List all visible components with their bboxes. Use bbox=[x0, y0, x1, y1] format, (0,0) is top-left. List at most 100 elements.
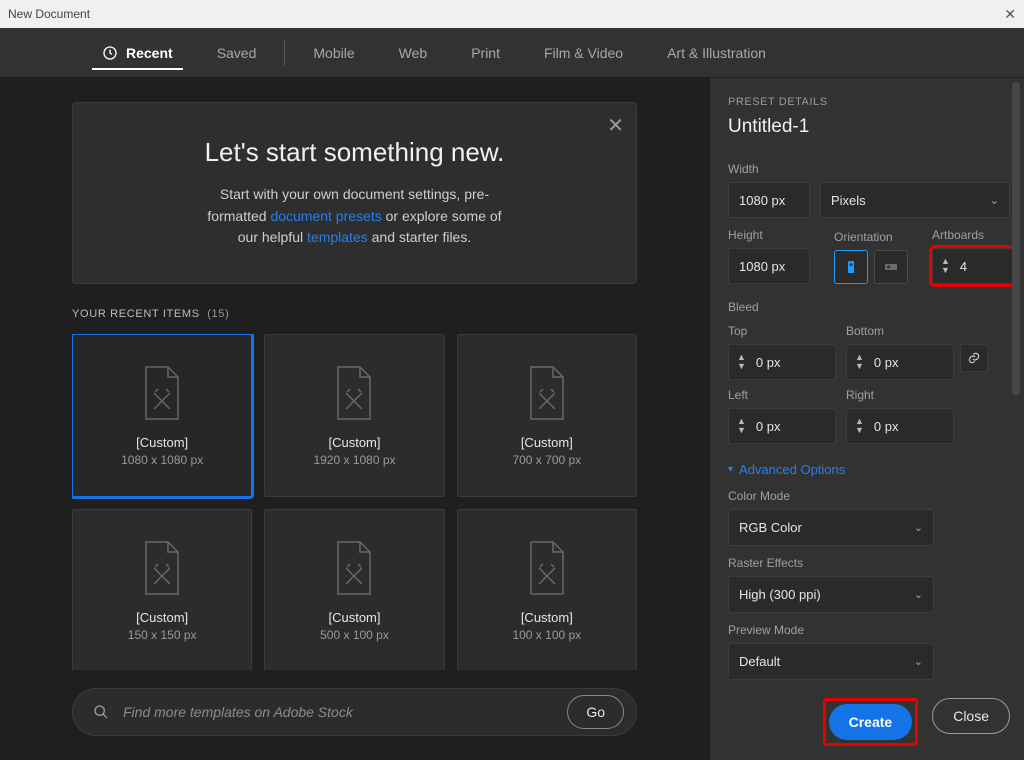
link-templates[interactable]: templates bbox=[307, 229, 368, 245]
raster-effects-label: Raster Effects bbox=[728, 556, 1010, 570]
card-name: [Custom] bbox=[328, 610, 380, 625]
bleed-left-stepper[interactable]: ▲▼ bbox=[728, 408, 836, 444]
document-icon bbox=[332, 365, 376, 421]
card-dims: 150 x 150 px bbox=[128, 628, 197, 642]
recent-icon bbox=[102, 45, 118, 61]
search-icon bbox=[93, 704, 109, 720]
link-bleed-icon[interactable] bbox=[960, 344, 988, 372]
tab-mobile[interactable]: Mobile bbox=[291, 28, 376, 78]
preset-card[interactable]: [Custom] 1080 x 1080 px bbox=[72, 334, 252, 497]
tab-saved[interactable]: Saved bbox=[195, 28, 279, 78]
preset-card[interactable]: [Custom] 100 x 100 px bbox=[457, 509, 637, 670]
bleed-right-stepper[interactable]: ▲▼ bbox=[846, 408, 954, 444]
bleed-left-input[interactable] bbox=[750, 419, 790, 434]
chevron-down-icon: ⌄ bbox=[914, 588, 923, 601]
template-search: Go bbox=[72, 688, 637, 736]
orientation-portrait-button[interactable] bbox=[834, 250, 868, 284]
tab-art-illustration[interactable]: Art & Illustration bbox=[645, 28, 788, 78]
card-name: [Custom] bbox=[136, 435, 188, 450]
document-icon bbox=[140, 540, 184, 596]
category-tabs: Recent Saved Mobile Web Print Film & Vid… bbox=[0, 28, 1024, 78]
create-button[interactable]: Create bbox=[829, 704, 913, 740]
hero-banner: ✕ Let's start something new. Start with … bbox=[72, 102, 637, 284]
chevron-down-icon: ▾ bbox=[728, 464, 733, 475]
preset-details-heading: PRESET DETAILS bbox=[728, 96, 1010, 108]
width-label: Width bbox=[728, 162, 1010, 176]
tab-label: Print bbox=[471, 45, 500, 61]
tab-label: Mobile bbox=[313, 45, 354, 61]
window-close-icon[interactable]: ✕ bbox=[1004, 6, 1016, 23]
tab-film-video[interactable]: Film & Video bbox=[522, 28, 645, 78]
preview-mode-select[interactable]: Default⌄ bbox=[728, 643, 934, 680]
card-name: [Custom] bbox=[136, 610, 188, 625]
tab-label: Film & Video bbox=[544, 45, 623, 61]
preset-details-panel: PRESET DETAILS Width 1080 px Pixels⌄ Hei… bbox=[709, 78, 1024, 760]
recent-items-grid: [Custom] 1080 x 1080 px [Custom] 1920 x … bbox=[72, 334, 637, 670]
hero-text: Start with your own document settings, p… bbox=[113, 184, 596, 249]
artboards-input[interactable] bbox=[954, 259, 994, 274]
preset-card[interactable]: [Custom] 150 x 150 px bbox=[72, 509, 252, 670]
tab-web[interactable]: Web bbox=[377, 28, 450, 78]
preset-card[interactable]: [Custom] 500 x 100 px bbox=[264, 509, 444, 670]
card-dims: 100 x 100 px bbox=[512, 628, 581, 642]
document-icon bbox=[140, 365, 184, 421]
card-dims: 500 x 100 px bbox=[320, 628, 389, 642]
card-name: [Custom] bbox=[328, 435, 380, 450]
hero-title: Let's start something new. bbox=[113, 137, 596, 168]
chevron-down-icon: ⌄ bbox=[914, 655, 923, 668]
tab-label: Web bbox=[399, 45, 428, 61]
bleed-left-label: Left bbox=[728, 388, 836, 402]
chevron-down-icon: ⌄ bbox=[914, 521, 923, 534]
tab-label: Recent bbox=[126, 45, 173, 61]
tab-divider bbox=[284, 40, 285, 66]
left-panel: ✕ Let's start something new. Start with … bbox=[0, 78, 709, 760]
color-mode-select[interactable]: RGB Color⌄ bbox=[728, 509, 934, 546]
stepper-arrows[interactable]: ▲▼ bbox=[937, 257, 954, 275]
recent-items-label: YOUR RECENT ITEMS (15) bbox=[72, 308, 637, 320]
link-document-presets[interactable]: document presets bbox=[270, 208, 381, 224]
document-name-input[interactable] bbox=[728, 116, 1010, 138]
bleed-bottom-stepper[interactable]: ▲▼ bbox=[846, 344, 954, 380]
bleed-right-input[interactable] bbox=[868, 419, 908, 434]
bleed-top-label: Top bbox=[728, 324, 836, 338]
preview-mode-label: Preview Mode bbox=[728, 623, 1010, 637]
bleed-bottom-label: Bottom bbox=[846, 324, 954, 338]
scrollbar[interactable] bbox=[1012, 82, 1020, 684]
height-input[interactable]: 1080 px bbox=[728, 248, 810, 284]
card-name: [Custom] bbox=[521, 610, 573, 625]
tab-label: Art & Illustration bbox=[667, 45, 766, 61]
window-title: New Document bbox=[8, 7, 90, 21]
tab-recent[interactable]: Recent bbox=[80, 28, 195, 78]
bleed-label: Bleed bbox=[728, 300, 1010, 314]
close-icon[interactable]: ✕ bbox=[607, 113, 624, 138]
orientation-landscape-button[interactable] bbox=[874, 250, 908, 284]
scrollbar-thumb[interactable] bbox=[1012, 82, 1020, 395]
search-input[interactable] bbox=[123, 704, 553, 720]
card-dims: 700 x 700 px bbox=[512, 453, 581, 467]
artboards-stepper[interactable]: ▲▼ bbox=[932, 248, 1014, 284]
advanced-options-toggle[interactable]: ▾Advanced Options bbox=[728, 462, 1010, 477]
document-icon bbox=[525, 365, 569, 421]
tab-print[interactable]: Print bbox=[449, 28, 522, 78]
bleed-right-label: Right bbox=[846, 388, 954, 402]
document-icon bbox=[332, 540, 376, 596]
document-icon bbox=[525, 540, 569, 596]
raster-effects-select[interactable]: High (300 ppi)⌄ bbox=[728, 576, 934, 613]
chevron-down-icon: ⌄ bbox=[990, 194, 999, 207]
tab-label: Saved bbox=[217, 45, 257, 61]
go-button[interactable]: Go bbox=[567, 695, 624, 729]
card-dims: 1920 x 1080 px bbox=[313, 453, 395, 467]
preset-card[interactable]: [Custom] 1920 x 1080 px bbox=[264, 334, 444, 497]
card-dims: 1080 x 1080 px bbox=[121, 453, 203, 467]
preset-card[interactable]: [Custom] 700 x 700 px bbox=[457, 334, 637, 497]
titlebar: New Document ✕ bbox=[0, 0, 1024, 28]
units-select[interactable]: Pixels⌄ bbox=[820, 182, 1010, 218]
color-mode-label: Color Mode bbox=[728, 489, 1010, 503]
bleed-top-stepper[interactable]: ▲▼ bbox=[728, 344, 836, 380]
width-input[interactable]: 1080 px bbox=[728, 182, 810, 218]
close-button[interactable]: Close bbox=[932, 698, 1010, 734]
bleed-bottom-input[interactable] bbox=[868, 355, 908, 370]
orientation-label: Orientation bbox=[834, 230, 908, 244]
artboards-label: Artboards bbox=[932, 228, 1014, 242]
bleed-top-input[interactable] bbox=[750, 355, 790, 370]
